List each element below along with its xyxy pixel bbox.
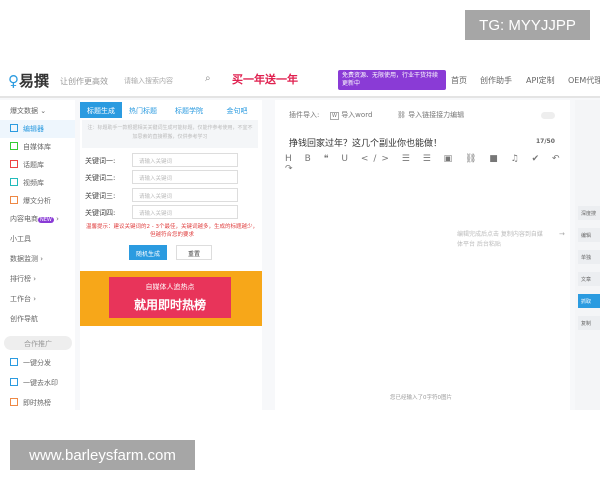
title-count: 17/50 <box>536 138 555 145</box>
sidebar-item-workbench[interactable]: 工作台 › <box>0 290 75 308</box>
app-window: ♀易撰 让创作更高效 请输入搜索内容 ⌕ 买一年送一年 免费资源、无限使用，行业… <box>0 62 600 410</box>
sidebar-item-video[interactable]: 视频库 <box>0 174 75 192</box>
sidebar-item-tools[interactable]: 小工具 <box>0 230 75 248</box>
coop-promo[interactable]: 合作推广 <box>4 336 72 350</box>
search-input[interactable]: 请输入搜索内容 <box>118 71 218 89</box>
right-item[interactable]: 单独 <box>578 250 600 264</box>
logo-text: 易撰 <box>19 72 50 90</box>
tab-title-generate[interactable]: 标题生成 <box>80 102 122 118</box>
banner-line1: 自媒体人追热点 <box>145 283 195 291</box>
nav-oem[interactable]: OEM代理 <box>568 75 600 86</box>
keyword-label: 关键词三: <box>85 192 116 200</box>
sidebar-item-editor[interactable]: 编辑器 <box>0 120 75 138</box>
right-item-active[interactable]: 抓取 <box>578 294 600 308</box>
hotlist-banner[interactable]: 自媒体人追热点 就用即时热榜 <box>80 271 262 326</box>
nav-api[interactable]: API定制 <box>526 75 555 86</box>
promo-banner[interactable]: 买一年送一年 <box>232 71 298 87</box>
sidebar: 爆文数据 ⌄ 编辑器 自媒体库 话题库 视频库 爆文分析 内容电商 NEW › 小… <box>0 100 75 410</box>
tab-quotes[interactable]: 金句吧 <box>216 102 258 118</box>
banner-line2: 就用即时热榜 <box>133 298 206 312</box>
keyword-input-4[interactable]: 请输入关键词 <box>132 205 238 219</box>
sidebar-item-analysis[interactable]: 爆文分析 <box>0 192 75 210</box>
slogan: 让创作更高效 <box>60 77 108 86</box>
watermark-icon <box>10 378 18 386</box>
sidebar-item-monitor[interactable]: 数据监测 › <box>0 250 75 268</box>
sidebar-item-media[interactable]: 自媒体库 <box>0 138 75 156</box>
status-text: 您已经输入了0字符0图片 <box>390 395 452 401</box>
keyword-label: 关键词二: <box>85 174 116 182</box>
tab-hot-titles[interactable]: 热门标题 <box>122 102 164 118</box>
banner-inner: 自媒体人追热点 就用即时热榜 <box>109 277 231 318</box>
sidebar-item-watermark[interactable]: 一键去水印 <box>0 374 75 392</box>
tip-text: 注：标题助手一款根据相关关键词生成可能标题，仅能作参考使用，不宜不加思索的直接照… <box>82 120 258 148</box>
editor-toolbar[interactable]: H B ❝ U </> ☰ ☰ ▣ ⛓ ■ ♫ ✔ ↶ ↷ <box>285 154 570 174</box>
editor-icon <box>10 124 18 132</box>
tg-watermark: TG: MYYJJPP <box>465 10 590 40</box>
import-word-button[interactable]: W 导入word <box>330 110 372 120</box>
logo[interactable]: ♀易撰 <box>8 70 49 91</box>
keyword-label: 关键词四: <box>85 209 116 217</box>
keyword-input-2[interactable]: 请输入关键词 <box>132 170 238 184</box>
word-icon: W <box>330 112 339 120</box>
link-icon: ⛓ <box>397 111 406 119</box>
new-badge: NEW <box>38 217 54 223</box>
sidebar-item-ranking[interactable]: 排行榜 › <box>0 270 75 288</box>
sidebar-item-hotlist[interactable]: 即时热榜 <box>0 394 75 410</box>
media-icon <box>10 142 18 150</box>
header: ♀易撰 让创作更高效 请输入搜索内容 ⌕ 买一年送一年 免费资源、无限使用，行业… <box>0 62 600 98</box>
generate-button[interactable]: 随机生成 <box>129 245 167 260</box>
nav-home[interactable]: 首页 <box>451 75 467 86</box>
sidebar-item-distribute[interactable]: 一键分发 <box>0 354 75 372</box>
toggle-switch[interactable] <box>541 112 555 119</box>
warning-text: 温馨提示：建议关键词的2 - 3个最佳，关键词越多，生成的标题越少，但越符合您的… <box>86 224 258 238</box>
right-panel: 深度搜 编辑 单独 文章 抓取 复制 <box>575 100 600 410</box>
video-icon <box>10 178 18 186</box>
reset-button[interactable]: 重置 <box>176 245 212 260</box>
keyword-label: 关键词一: <box>85 157 116 165</box>
sidebar-item-hot-data[interactable]: 爆文数据 ⌄ <box>0 102 75 120</box>
import-label: 插件导入: <box>289 111 320 119</box>
right-item[interactable]: 编辑 <box>578 228 600 242</box>
search-icon[interactable]: ⌕ <box>205 73 211 84</box>
tab-title-academy[interactable]: 标题学院 <box>168 102 210 118</box>
keyword-input-1[interactable]: 请输入关键词 <box>132 153 238 167</box>
editor: 插件导入: W 导入word ⛓ 导入链接接力编辑 挣钱回家过年？这几个副业你也… <box>275 100 570 410</box>
chart-icon <box>10 196 18 204</box>
arrow-icon: → <box>559 230 565 238</box>
site-watermark: www.barleysfarm.com <box>10 440 195 470</box>
hash-icon <box>10 160 18 168</box>
title-generator-panel: 标题生成 热门标题 标题学院 金句吧 注：标题助手一款根据相关关键词生成可能标题… <box>80 100 262 410</box>
fire-icon <box>10 398 18 406</box>
keyword-input-3[interactable]: 请输入关键词 <box>132 188 238 202</box>
hint-text: 编辑完成后点击 复制内容到自媒体平台 后台粘贴 <box>457 231 543 248</box>
right-item[interactable]: 文章 <box>578 272 600 286</box>
sidebar-item-ecommerce[interactable]: 内容电商 NEW › <box>0 210 75 228</box>
pin-icon <box>10 358 18 366</box>
right-item[interactable]: 深度搜 <box>578 206 600 220</box>
article-title-input[interactable]: 挣钱回家过年？这几个副业你也能做！ <box>289 136 442 149</box>
import-link-button[interactable]: ⛓ 导入链接接力编辑 <box>397 110 464 120</box>
right-item[interactable]: 复制 <box>578 316 600 330</box>
sidebar-item-nav[interactable]: 创作导航 <box>0 310 75 328</box>
promo-banner-2[interactable]: 免费资源、无限使用，行业干货持续更新中 <box>338 70 446 90</box>
sidebar-item-topic[interactable]: 话题库 <box>0 156 75 174</box>
nav-assistant[interactable]: 创作助手 <box>480 75 512 86</box>
